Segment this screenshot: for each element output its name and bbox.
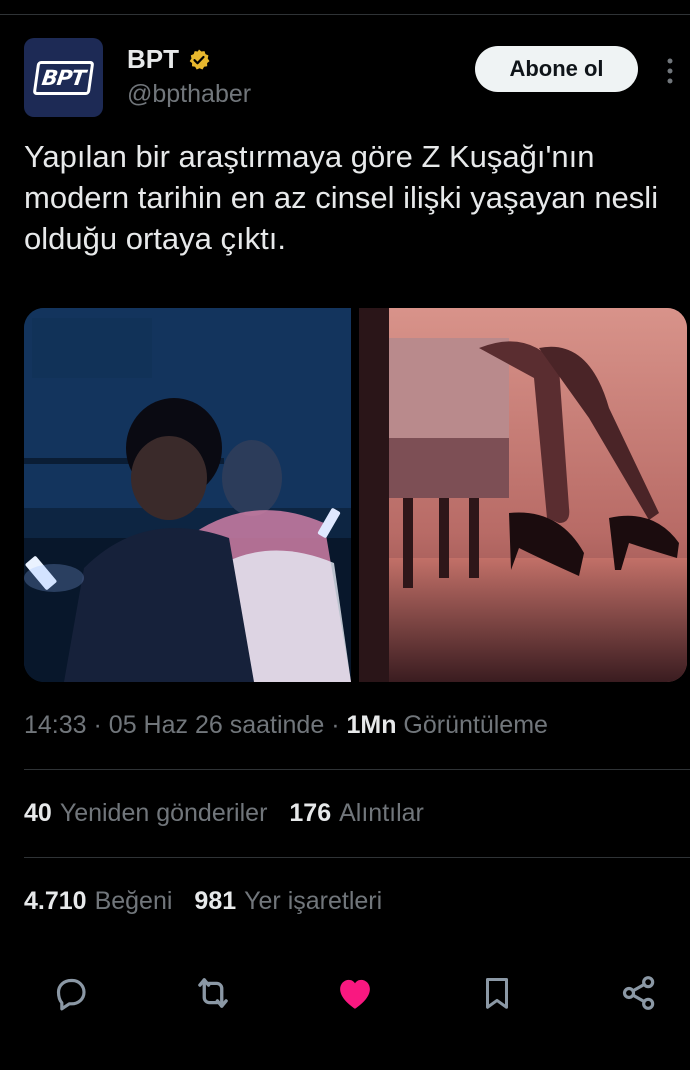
retweets-label: Yeniden gönderiler xyxy=(59,799,268,827)
likes-count: 4.710 xyxy=(24,887,87,915)
bookmark-icon[interactable] xyxy=(472,966,522,1020)
media-image-phones[interactable] xyxy=(24,308,351,682)
tweet-meta: 14:33 · 05 Haz 26 saatinde · 1Mn Görüntü… xyxy=(24,711,548,740)
views-label: Görüntüleme xyxy=(403,711,548,739)
tweet-media[interactable] xyxy=(24,308,687,682)
retweet-icon[interactable] xyxy=(188,966,238,1020)
tweet-header: BPT BPT @bpthaber Abone ol xyxy=(24,38,674,118)
reply-icon[interactable] xyxy=(46,966,96,1020)
share-icon[interactable] xyxy=(614,966,664,1020)
name-row: BPT xyxy=(127,44,211,75)
retweets-count: 40 xyxy=(24,799,52,827)
avatar-logo: BPT xyxy=(32,60,95,95)
quotes-stat[interactable]: 176 Alıntılar xyxy=(289,799,423,828)
quotes-label: Alıntılar xyxy=(339,799,424,827)
heart-icon[interactable] xyxy=(330,966,380,1020)
meta-separator: · xyxy=(93,711,102,739)
media-image-bed-legs[interactable] xyxy=(359,308,687,682)
top-divider xyxy=(0,14,690,15)
user-handle[interactable]: @bpthaber xyxy=(127,80,251,109)
display-name[interactable]: BPT xyxy=(127,44,179,75)
meta-separator: · xyxy=(331,711,340,739)
follow-button[interactable]: Abone ol xyxy=(475,46,638,92)
stats-row-likes: 4.710 Beğeni 981 Yer işaretleri xyxy=(24,887,382,916)
bookmarks-count: 981 xyxy=(194,887,237,915)
likes-label: Beğeni xyxy=(94,887,173,915)
tweet-date[interactable]: 05 Haz 26 saatinde xyxy=(109,711,324,739)
likes-stat[interactable]: 4.710 Beğeni xyxy=(24,887,172,916)
avatar[interactable]: BPT xyxy=(24,38,103,117)
retweets-stat[interactable]: 40 Yeniden gönderiler xyxy=(24,799,267,828)
bookmarks-label: Yer işaretleri xyxy=(244,887,383,915)
divider xyxy=(24,769,690,770)
tweet-time: 14:33 xyxy=(24,711,87,739)
bookmarks-stat[interactable]: 981 Yer işaretleri xyxy=(194,887,382,916)
divider xyxy=(24,857,690,858)
tweet-text: Yapılan bir araştırmaya göre Z Kuşağı'nı… xyxy=(24,139,659,256)
verified-badge-icon xyxy=(187,48,211,72)
action-bar xyxy=(0,966,690,1020)
quotes-count: 176 xyxy=(289,799,332,827)
more-options-icon[interactable] xyxy=(664,56,676,86)
stats-row-shares: 40 Yeniden gönderiler 176 Alıntılar xyxy=(24,799,424,828)
views-count: 1Mn xyxy=(346,711,397,739)
